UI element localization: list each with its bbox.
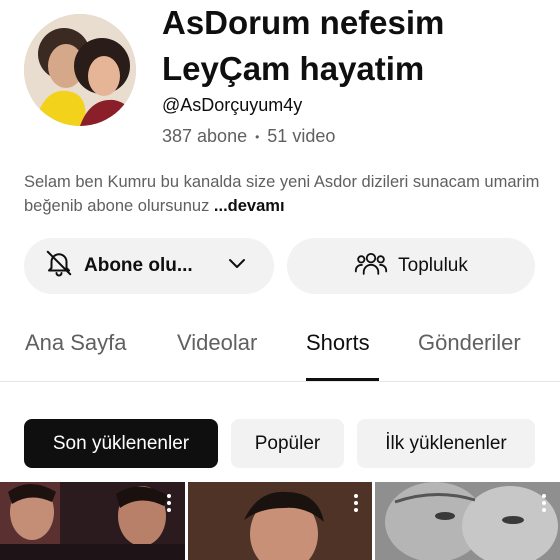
filter-chip-popular[interactable]: Popüler xyxy=(231,419,344,468)
community-label: Topluluk xyxy=(398,255,468,276)
subscribed-button[interactable]: Abone olu... xyxy=(24,238,274,294)
channel-stats: 387 abone • 51 video xyxy=(162,126,335,147)
filter-chip-latest[interactable]: Son yüklenenler xyxy=(24,419,218,468)
avatar-image xyxy=(24,14,136,126)
description-more-link[interactable]: ...devamı xyxy=(214,197,285,215)
subscriber-count: 387 abone xyxy=(162,126,248,146)
shorts-thumbnail[interactable] xyxy=(375,482,560,560)
channel-handle: @AsDorçuyum4y xyxy=(162,95,303,115)
channel-title-line-2: LeyÇam hayatim xyxy=(162,50,425,87)
tab-posts[interactable]: Gönderiler xyxy=(418,330,521,356)
channel-title: AsDorum nefesim LeyÇam hayatim xyxy=(162,0,552,92)
channel-title-line-1: AsDorum nefesim xyxy=(162,4,445,41)
thumbnail-image xyxy=(0,482,185,560)
video-count: 51 video xyxy=(267,126,336,146)
stats-separator: • xyxy=(255,129,260,144)
channel-description[interactable]: Selam ben Kumru bu kanalda size yeni Asd… xyxy=(24,170,544,218)
channel-tabs: Ana Sayfa Videolar Shorts Gönderiler xyxy=(0,310,560,382)
bell-icon xyxy=(44,248,74,284)
tab-shorts[interactable]: Shorts xyxy=(306,330,370,356)
tab-home[interactable]: Ana Sayfa xyxy=(25,330,127,356)
shorts-thumbnail[interactable] xyxy=(188,482,372,560)
community-button[interactable]: Topluluk xyxy=(287,238,535,294)
more-vert-icon[interactable] xyxy=(542,494,546,512)
active-tab-indicator xyxy=(306,378,379,381)
thumbnail-image xyxy=(375,482,560,560)
channel-avatar[interactable] xyxy=(24,14,136,126)
subscribed-label: Abone olu... xyxy=(84,255,193,276)
chevron-down-icon xyxy=(225,251,249,281)
tab-videos[interactable]: Videolar xyxy=(177,330,257,356)
more-vert-icon[interactable] xyxy=(167,494,171,512)
thumbnail-image xyxy=(188,482,372,560)
filter-chip-oldest[interactable]: İlk yüklenenler xyxy=(357,419,535,468)
shorts-thumbnail[interactable] xyxy=(0,482,185,560)
community-icon xyxy=(354,248,388,284)
more-vert-icon[interactable] xyxy=(354,494,358,512)
